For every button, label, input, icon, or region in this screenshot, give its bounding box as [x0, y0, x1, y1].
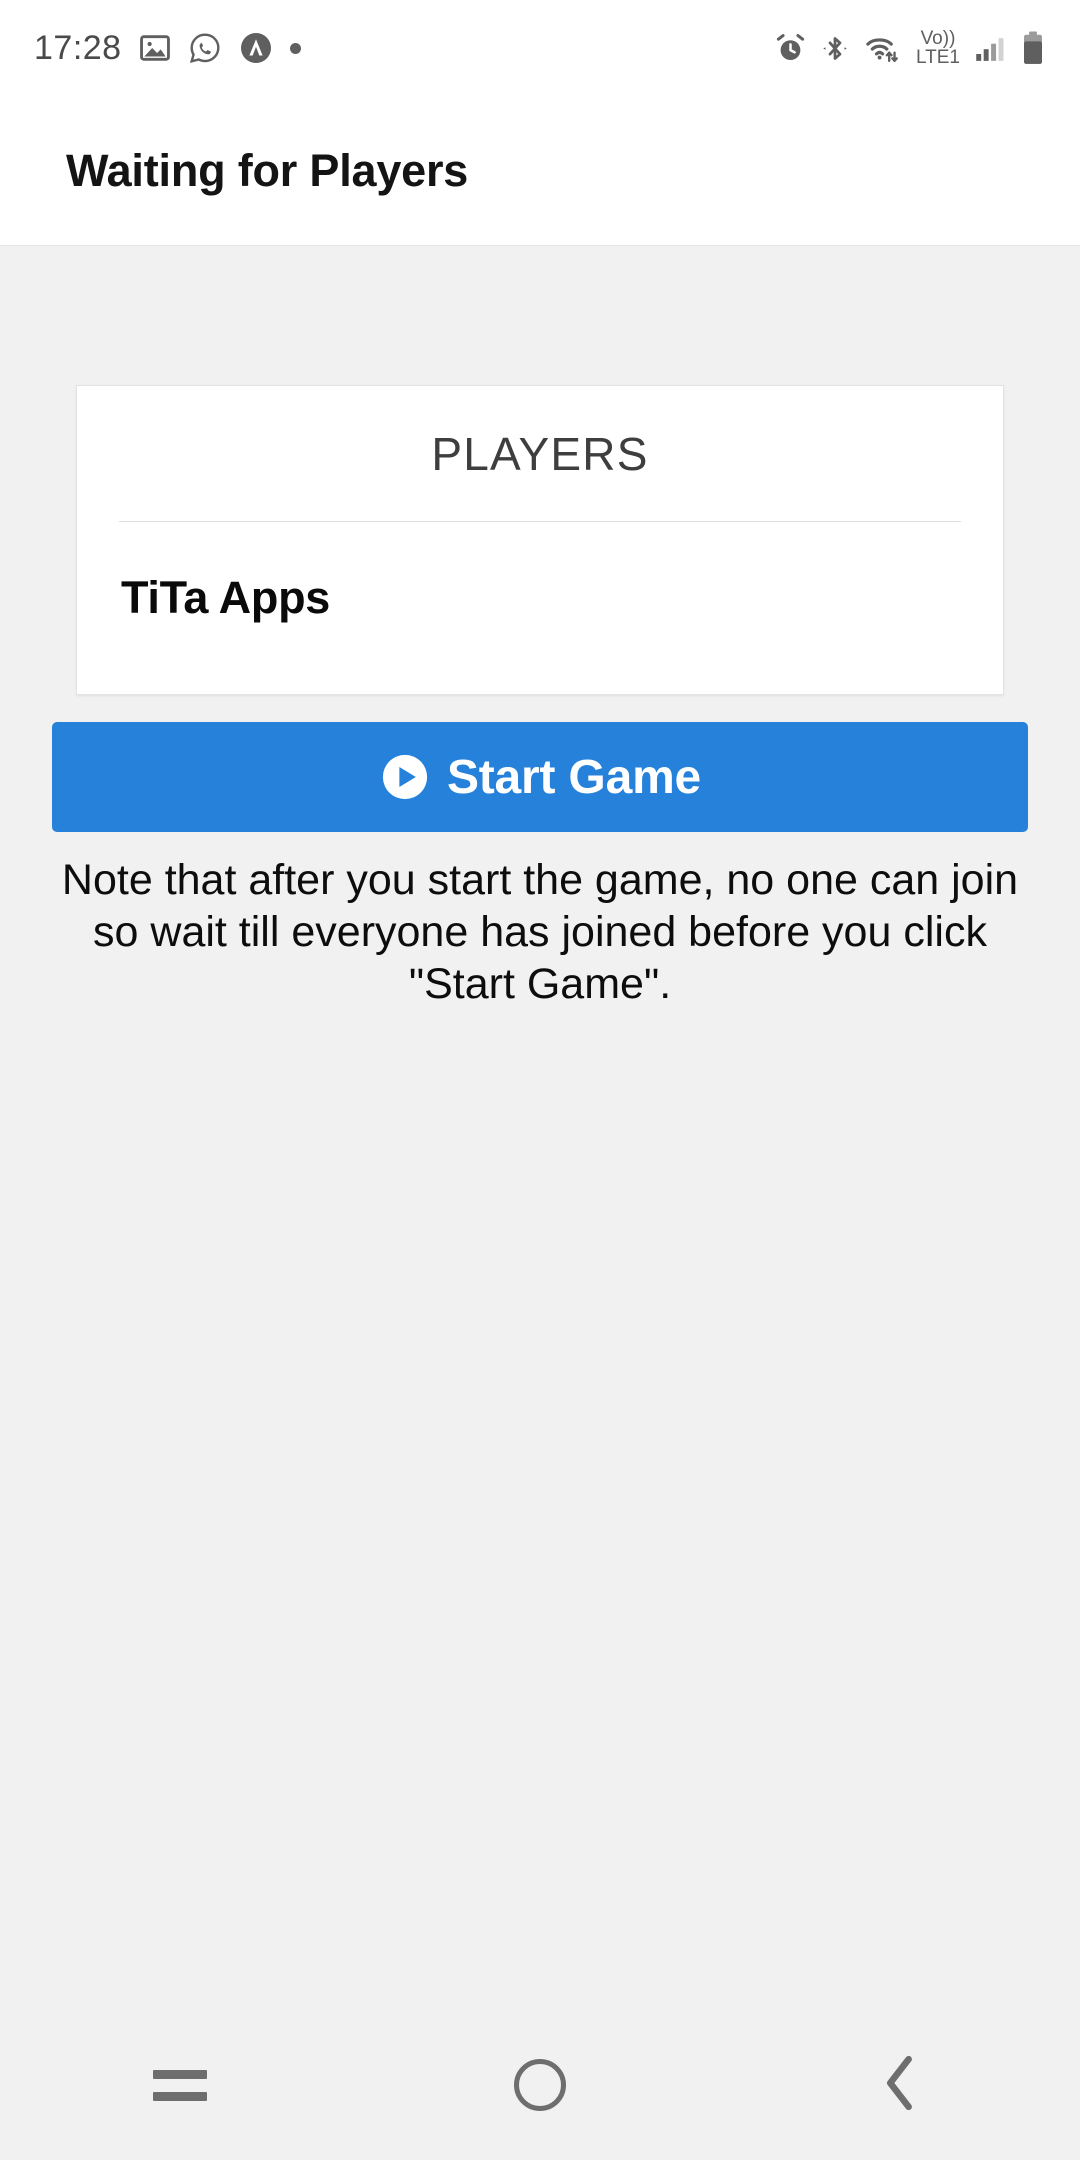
alarm-icon [774, 32, 807, 65]
bluetooth-icon [820, 32, 850, 65]
back-button[interactable] [720, 2010, 1080, 2160]
wifi-icon [863, 32, 903, 65]
list-item[interactable]: TiTa Apps [77, 522, 1003, 624]
android-navigation-bar [0, 2010, 1080, 2160]
recents-icon [153, 2069, 207, 2101]
page-title: Waiting for Players [66, 144, 469, 196]
start-game-button[interactable]: Start Game [52, 722, 1028, 832]
note-text: Note that after you start the game, no o… [61, 856, 1019, 1008]
player-name: TiTa Apps [121, 572, 330, 623]
battery-icon [1020, 30, 1046, 66]
home-button[interactable] [360, 2010, 720, 2160]
app-badge-icon [238, 30, 274, 66]
back-icon [874, 2052, 926, 2119]
status-bar-clock: 17:28 [34, 28, 122, 67]
players-card: PLAYERS TiTa Apps [76, 385, 1004, 695]
status-bar-right: Vo)) LTE1 [774, 29, 1046, 67]
signal-icon [973, 32, 1007, 65]
dot-icon [289, 42, 301, 54]
volte-top-label: Vo)) [920, 28, 956, 49]
recents-button[interactable] [0, 2010, 360, 2160]
main-content: PLAYERS TiTa Apps Start Game Note that a… [0, 247, 1080, 2160]
status-bar-left: 17:28 [34, 29, 301, 68]
volte-bottom-label: LTE1 [915, 47, 960, 68]
start-game-label: Start Game [446, 750, 702, 804]
players-header-label: PLAYERS [431, 427, 649, 480]
volte-icon: Vo)) LTE1 [916, 29, 960, 67]
play-circle-icon [379, 751, 431, 803]
photos-icon [138, 31, 172, 65]
status-bar: 17:28 Vo)) LTE1 [0, 0, 1080, 96]
phone-screen: 17:28 Vo)) LTE1 Waiting for Players PLAY… [0, 0, 1080, 2160]
whatsapp-icon [188, 31, 222, 65]
home-icon [514, 2059, 566, 2111]
app-bar: Waiting for Players [0, 96, 1080, 246]
players-card-header: PLAYERS [77, 386, 1003, 521]
